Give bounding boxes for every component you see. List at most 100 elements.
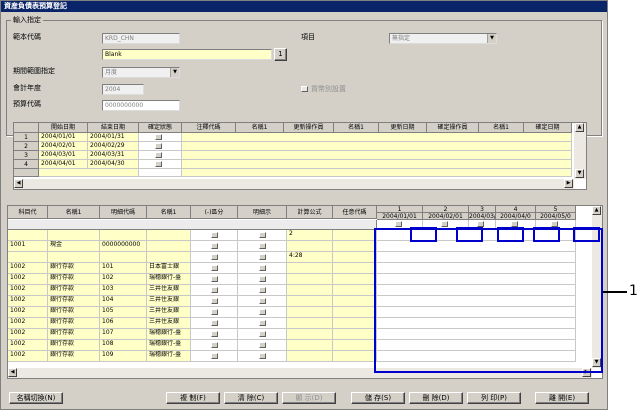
status-cell[interactable] bbox=[139, 142, 182, 151]
show-checkbox[interactable] bbox=[259, 342, 266, 348]
budget-code-input[interactable]: 0000000000 bbox=[102, 100, 180, 111]
any-code-cell[interactable] bbox=[333, 263, 377, 274]
scroll-down-icon[interactable]: ▼ bbox=[575, 169, 584, 178]
status-checkbox[interactable] bbox=[155, 134, 162, 140]
show-checkbox[interactable] bbox=[259, 287, 266, 293]
start-date-cell[interactable]: 2004/02/01 bbox=[39, 142, 88, 151]
minus-type-cell[interactable] bbox=[191, 340, 238, 351]
account-name-cell[interactable] bbox=[48, 252, 100, 263]
account-name-cell[interactable]: 銀行存款 bbox=[48, 263, 100, 274]
detail-code-cell[interactable] bbox=[100, 230, 147, 241]
show-checkbox[interactable] bbox=[259, 265, 266, 271]
detail-code-cell[interactable]: 105 bbox=[100, 307, 147, 318]
detail-name-cell[interactable] bbox=[147, 252, 191, 263]
minus-type-cell[interactable] bbox=[191, 318, 238, 329]
show-checkbox[interactable] bbox=[259, 320, 266, 326]
detail-show-cell[interactable] bbox=[238, 296, 287, 307]
formula-cell[interactable] bbox=[287, 263, 333, 274]
any-code-cell[interactable] bbox=[333, 351, 377, 362]
any-code-cell[interactable] bbox=[333, 241, 377, 252]
account-name-cell[interactable]: 銀行存款 bbox=[48, 340, 100, 351]
minus-type-cell[interactable] bbox=[191, 274, 238, 285]
account-code-cell[interactable]: 1002 bbox=[8, 263, 48, 274]
minus-checkbox[interactable] bbox=[211, 342, 218, 348]
minus-type-cell[interactable] bbox=[191, 296, 238, 307]
account-name-cell[interactable]: 銀行存款 bbox=[48, 329, 100, 340]
any-code-cell[interactable] bbox=[333, 274, 377, 285]
minus-checkbox[interactable] bbox=[211, 298, 218, 304]
show-checkbox[interactable] bbox=[259, 276, 266, 282]
account-code-cell[interactable]: 1001 bbox=[8, 241, 48, 252]
account-code-cell[interactable] bbox=[8, 230, 48, 241]
detail-name-cell[interactable] bbox=[147, 230, 191, 241]
status-checkbox[interactable] bbox=[155, 143, 162, 149]
display-button[interactable]: 顯 示(D) bbox=[282, 392, 336, 404]
detail-code-cell[interactable]: 102 bbox=[100, 274, 147, 285]
minus-checkbox[interactable] bbox=[211, 309, 218, 315]
detail-show-cell[interactable] bbox=[238, 307, 287, 318]
formula-cell[interactable]: 2 bbox=[287, 230, 333, 241]
close-button[interactable]: 離 開(E) bbox=[535, 392, 589, 404]
status-cell[interactable] bbox=[139, 151, 182, 160]
scroll-up-icon[interactable]: ▲ bbox=[592, 206, 601, 215]
note-code-cell[interactable] bbox=[182, 142, 572, 151]
end-date-cell[interactable]: 2004/02/29 bbox=[88, 142, 139, 151]
show-checkbox[interactable] bbox=[259, 331, 266, 337]
detail-name-cell[interactable] bbox=[147, 241, 191, 252]
detail-code-cell[interactable]: 108 bbox=[100, 340, 147, 351]
any-code-cell[interactable] bbox=[333, 296, 377, 307]
show-checkbox[interactable] bbox=[259, 298, 266, 304]
account-name-cell[interactable]: 銀行存款 bbox=[48, 351, 100, 362]
currency-checkbox[interactable] bbox=[301, 86, 308, 92]
template-code-input[interactable]: KRD_CHN bbox=[102, 33, 180, 44]
minus-checkbox[interactable] bbox=[211, 232, 218, 238]
period-grid-hscrollbar[interactable]: ◀ ▶ bbox=[14, 179, 574, 189]
show-checkbox[interactable] bbox=[259, 254, 266, 260]
period-select[interactable]: 月度 ▼ bbox=[102, 67, 180, 78]
status-checkbox[interactable] bbox=[155, 161, 162, 167]
detail-show-cell[interactable] bbox=[238, 318, 287, 329]
minus-type-cell[interactable] bbox=[191, 285, 238, 296]
detail-code-cell[interactable]: 0000000000 bbox=[100, 241, 147, 252]
start-date-cell[interactable]: 2004/03/01 bbox=[39, 151, 88, 160]
status-cell[interactable] bbox=[139, 133, 182, 142]
any-code-cell[interactable] bbox=[333, 285, 377, 296]
save-button[interactable]: 儲 存(S) bbox=[351, 392, 405, 404]
detail-name-cell[interactable]: 三井住友銀 bbox=[147, 285, 191, 296]
show-checkbox[interactable] bbox=[259, 353, 266, 359]
formula-cell[interactable]: 4:28 bbox=[287, 252, 333, 263]
table-row[interactable]: 3 2004/03/01 2004/03/31 bbox=[14, 151, 572, 160]
minus-checkbox[interactable] bbox=[211, 331, 218, 337]
account-name-cell[interactable]: 現金 bbox=[48, 241, 100, 252]
show-checkbox[interactable] bbox=[259, 232, 266, 238]
name-switch-button[interactable]: 名稱切換(N) bbox=[9, 392, 63, 404]
copy-button[interactable]: 複 制(F) bbox=[166, 392, 220, 404]
minus-type-cell[interactable] bbox=[191, 329, 238, 340]
detail-show-cell[interactable] bbox=[238, 274, 287, 285]
detail-show-cell[interactable] bbox=[238, 263, 287, 274]
detail-code-cell[interactable]: 104 bbox=[100, 296, 147, 307]
show-checkbox[interactable] bbox=[259, 309, 266, 315]
detail-name-cell[interactable]: 三井住友銀 bbox=[147, 318, 191, 329]
period-checkbox[interactable] bbox=[441, 221, 448, 227]
detail-code-cell[interactable]: 106 bbox=[100, 318, 147, 329]
account-code-cell[interactable]: 1002 bbox=[8, 274, 48, 285]
minus-type-cell[interactable] bbox=[191, 230, 238, 241]
end-date-cell[interactable]: 2004/03/31 bbox=[88, 151, 139, 160]
minus-type-cell[interactable] bbox=[191, 307, 238, 318]
account-code-cell[interactable]: 1002 bbox=[8, 285, 48, 296]
formula-cell[interactable] bbox=[287, 296, 333, 307]
account-name-cell[interactable]: 銀行存款 bbox=[48, 285, 100, 296]
minus-checkbox[interactable] bbox=[211, 243, 218, 249]
scroll-left-icon[interactable]: ◀ bbox=[14, 179, 23, 188]
detail-show-cell[interactable] bbox=[238, 230, 287, 241]
detail-code-cell[interactable]: 107 bbox=[100, 329, 147, 340]
template-lookup-button[interactable]: 1 bbox=[274, 48, 287, 61]
detail-show-cell[interactable] bbox=[238, 252, 287, 263]
detail-code-cell[interactable]: 101 bbox=[100, 263, 147, 274]
note-code-cell[interactable] bbox=[182, 169, 572, 177]
delete-button[interactable]: 刪 除(D) bbox=[409, 392, 463, 404]
account-code-cell[interactable] bbox=[8, 252, 48, 263]
scroll-right-icon[interactable]: ▶ bbox=[564, 179, 573, 188]
detail-show-cell[interactable] bbox=[238, 329, 287, 340]
